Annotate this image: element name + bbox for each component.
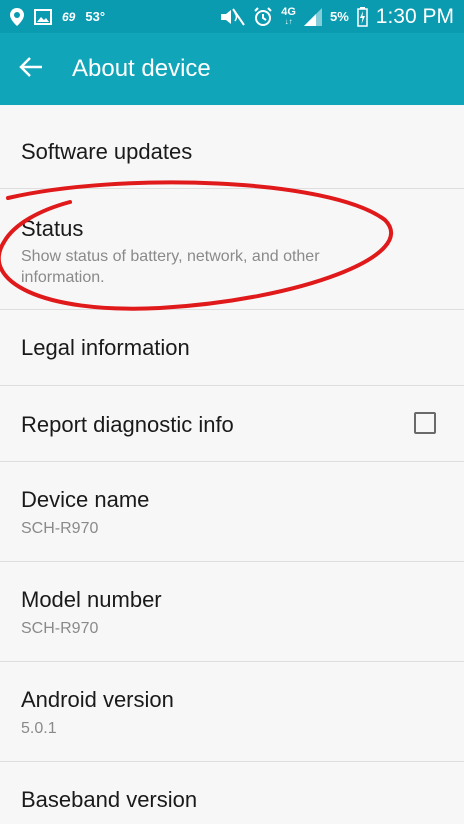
network-arrows-text: ↓↑ [284, 16, 293, 26]
list-item-status[interactable]: Status Show status of battery, network, … [0, 189, 464, 310]
item-subtitle: SCH-R970 [21, 520, 99, 537]
item-title: Model number [21, 587, 162, 612]
list-item-model-number[interactable]: Model number SCH-R970 [0, 562, 464, 662]
status-left: 69 53° [10, 0, 105, 33]
item-title: Baseband version [21, 787, 198, 812]
list-item-report-diagnostic[interactable]: Report diagnostic info [0, 386, 464, 462]
item-title: Report diagnostic info [21, 412, 234, 437]
list-item-legal-information[interactable]: Legal information [0, 310, 464, 386]
item-title: Legal information [21, 335, 190, 360]
item-subtitle: SCH-R970 [21, 620, 99, 637]
alarm-icon [253, 6, 273, 27]
report-diagnostic-checkbox[interactable] [414, 412, 436, 434]
back-button[interactable] [14, 53, 48, 85]
settings-list: Software updates Status Show status of b… [0, 105, 464, 824]
list-item-baseband-version[interactable]: Baseband version [0, 762, 464, 824]
item-subtitle: Show status of battery, network, and oth… [21, 248, 320, 286]
status-bar: 69 53° 4G ↓↑ 5% 1:30 PM [0, 0, 464, 33]
list-item-android-version[interactable]: Android version 5.0.1 [0, 662, 464, 762]
status-right: 4G ↓↑ 5% 1:30 PM [219, 0, 454, 33]
location-pin-icon [10, 7, 24, 26]
notification-text: 69 [62, 9, 76, 24]
temperature-text: 53° [85, 9, 106, 24]
app-bar: About device [0, 33, 464, 105]
arrow-back-icon [19, 56, 43, 83]
network-type: 4G ↓↑ [281, 5, 296, 27]
list-item-software-updates[interactable]: Software updates [0, 105, 464, 189]
item-subtitle: 5.0.1 [21, 720, 57, 737]
gallery-icon [34, 8, 52, 25]
signal-icon [303, 7, 322, 26]
item-title: Device name [21, 487, 150, 512]
list-item-device-name[interactable]: Device name SCH-R970 [0, 462, 464, 562]
battery-charging-icon [357, 6, 368, 27]
item-title: Android version [21, 687, 174, 712]
page-title: About device [72, 55, 211, 82]
item-title: Software updates [21, 139, 193, 164]
network-type-text: 4G [281, 5, 296, 18]
battery-percent-text: 5% [329, 9, 349, 24]
status-time: 1:30 PM [375, 4, 454, 28]
mute-icon [219, 7, 246, 26]
item-title: Status [21, 216, 84, 241]
